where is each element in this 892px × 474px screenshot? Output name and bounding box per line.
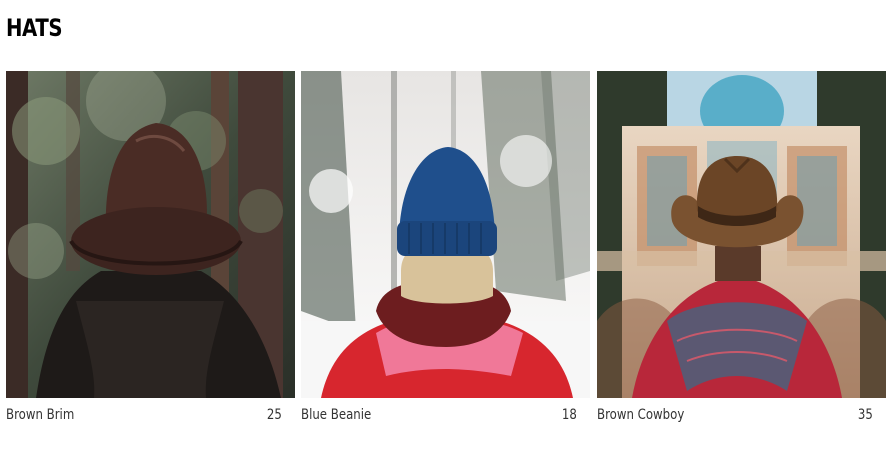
product-card-blue-beanie[interactable]: Blue Beanie 18 [301, 71, 590, 431]
product-name[interactable]: Blue Beanie [301, 407, 371, 423]
woman-blue-beanie-snow-photo [301, 71, 590, 398]
product-price: 25 [267, 407, 282, 423]
product-card-brown-cowboy[interactable]: Brown Cowboy 35 [597, 71, 886, 431]
product-image-brown-cowboy[interactable] [597, 71, 886, 398]
product-caption: Brown Brim 25 [6, 407, 282, 427]
product-grid: Brown Brim 25 Blue Beanie 18 Brown Cowbo… [6, 71, 886, 431]
product-caption: Brown Cowboy 35 [597, 407, 873, 427]
product-name[interactable]: Brown Cowboy [597, 407, 684, 423]
product-name[interactable]: Brown Brim [6, 407, 74, 423]
product-price: 18 [562, 407, 577, 423]
product-caption: Blue Beanie 18 [301, 407, 577, 427]
section-title: HATS [6, 14, 63, 42]
product-image-brown-brim[interactable] [6, 71, 295, 398]
product-card-brown-brim[interactable]: Brown Brim 25 [6, 71, 295, 431]
woman-brown-fedora-forest-photo [6, 71, 295, 398]
hats-page: HATS Brown Brim 25 Blue Beanie 18 Brown … [0, 0, 892, 474]
man-brown-cowboy-hat-mosque-photo [597, 71, 886, 398]
product-price: 35 [858, 407, 873, 423]
product-image-blue-beanie[interactable] [301, 71, 590, 398]
